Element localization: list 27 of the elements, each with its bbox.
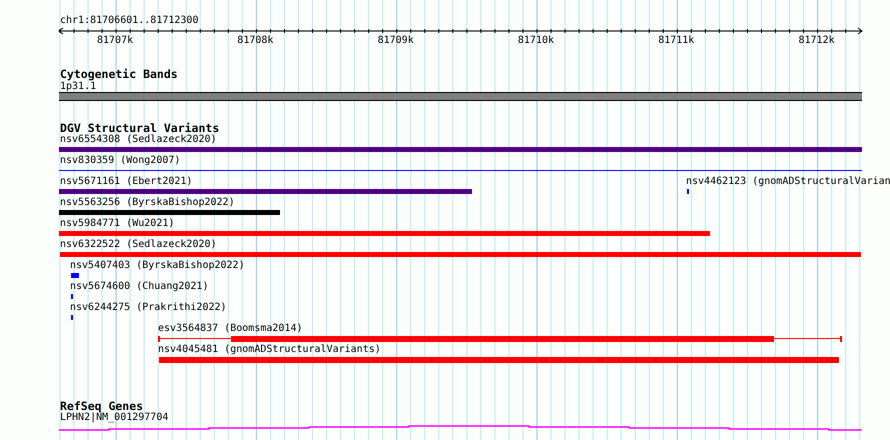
feature-label: nsv5984771 (Wu2021): [60, 219, 174, 229]
feature-label: nsv4462123 (gnomADStructuralVarian: [686, 177, 890, 187]
tick-label: 81708k: [237, 36, 274, 46]
feature-label: nsv5563256 (ByrskaBishop2022): [60, 198, 235, 208]
feature-label: nsv5407403 (ByrskaBishop2022): [70, 261, 245, 271]
feature-label: 1p31.1: [60, 82, 96, 92]
feature-label: nsv4045481 (gnomADStructuralVariants): [158, 345, 381, 355]
feature-label: nsv5671161 (Ebert2021): [60, 177, 192, 187]
feature-label: nsv6244275 (Prakrithi2022): [70, 303, 227, 313]
variant-line[interactable]: [59, 170, 862, 171]
gene-model-line[interactable]: [59, 425, 862, 431]
feature-label: esv3564837 (Boomsma2014): [158, 324, 302, 334]
feature-label: nsv5674600 (Chuang2021): [70, 282, 208, 292]
variant-bar[interactable]: [158, 336, 842, 342]
track-title: Cytogenetic Bands: [60, 69, 178, 80]
feature-label: nsv6554308 (Sedlazeck2020): [60, 135, 217, 145]
track-title: DGV Structural Variants: [60, 123, 220, 134]
tick-label: 81707k: [97, 36, 134, 46]
feature-label: nsv830359 (Wong2007): [60, 156, 180, 166]
feature-label: nsv6322522 (Sedlazeck2020): [60, 240, 217, 250]
tick-label: 81712k: [798, 36, 835, 46]
feature-label: LPHN2|NM_001297704: [60, 413, 168, 423]
track-title: RefSeq Genes: [60, 401, 144, 412]
tick-label: 81709k: [378, 36, 414, 46]
tick-label: 81711k: [658, 36, 694, 46]
location-label: chr1:81706601..81712300: [60, 16, 198, 26]
tick-label: 81710k: [518, 36, 554, 46]
